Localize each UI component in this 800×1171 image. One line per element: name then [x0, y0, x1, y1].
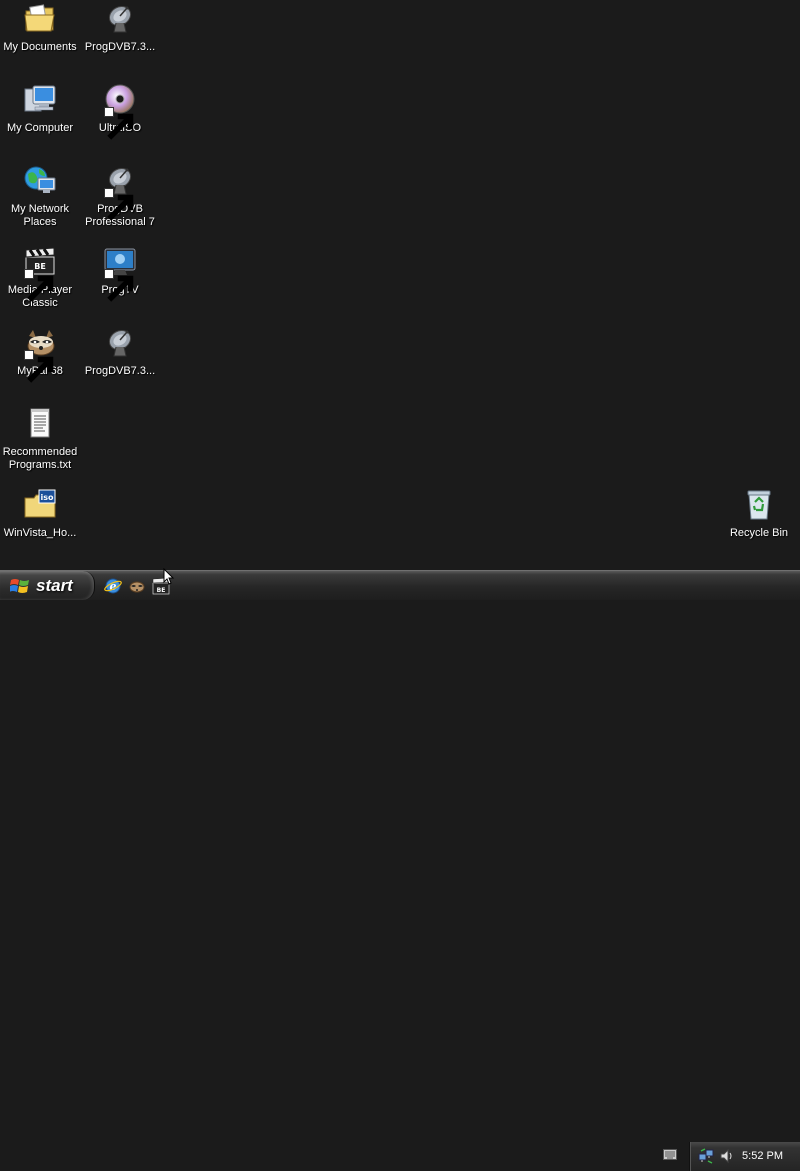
- desktop-icon-label: My Documents: [3, 41, 77, 53]
- mypal-raccoon-icon[interactable]: [128, 577, 146, 595]
- my-documents-folder-icon: [23, 2, 57, 36]
- my-computer-icon: [23, 83, 57, 117]
- desktop-icon-label: ProgDVB7.3...: [84, 365, 156, 377]
- clock[interactable]: 5:52 PM: [742, 1150, 783, 1162]
- mouse-cursor-icon: [163, 568, 175, 585]
- taskbar: start e BE 5:52 PM: [0, 570, 800, 1171]
- desktop-icon-progdvb-2[interactable]: ProgDVB7.3...: [80, 326, 160, 378]
- shortcut-arrow-icon: [104, 188, 134, 221]
- satellite-dish-icon: [103, 2, 137, 36]
- tv-monitor-icon: [103, 245, 137, 302]
- desktop-icon-label: Recommended Programs.txt: [2, 446, 78, 471]
- recycle-bin-icon: [742, 488, 776, 522]
- system-tray: 5:52 PM: [689, 1142, 800, 1171]
- network-icon[interactable]: [698, 1148, 714, 1164]
- desktop-icon-label: ProgDVB7.3...: [84, 41, 156, 53]
- desktop-icon-progdvb-1[interactable]: ProgDVB7.3...: [80, 2, 160, 54]
- desktop-icon-label: Recycle Bin: [729, 527, 789, 539]
- speaker-icon[interactable]: [719, 1148, 735, 1164]
- desktop: My Documents My Computer My Network Plac…: [0, 0, 800, 570]
- desktop-icon-recycle-bin[interactable]: Recycle Bin: [719, 488, 799, 540]
- desktop-icon-my-documents[interactable]: My Documents: [0, 2, 80, 54]
- svg-text:iso: iso: [41, 493, 55, 502]
- iso-folder-icon: iso: [23, 488, 57, 522]
- desktop-icon-media-player-classic[interactable]: BE Media Player Classic: [0, 245, 80, 310]
- desktop-icon-my-network-places[interactable]: My Network Places: [0, 164, 80, 229]
- windows-flag-icon: [10, 578, 29, 593]
- satellite-dish-icon: [103, 326, 137, 360]
- desktop-icon-label: My Computer: [6, 122, 74, 134]
- text-document-icon: [23, 407, 57, 441]
- desktop-icon-progtv[interactable]: ProgTV: [80, 245, 160, 302]
- desktop-icon-progdvb-professional[interactable]: ProgDVB Professional 7: [80, 164, 160, 229]
- desktop-icon-my-computer[interactable]: My Computer: [0, 83, 80, 135]
- shortcut-arrow-icon: [24, 269, 54, 302]
- desktop-icon-winvista-iso[interactable]: iso WinVista_Ho...: [0, 488, 80, 540]
- desktop-icon-recommended-programs[interactable]: Recommended Programs.txt: [0, 407, 80, 472]
- desktop-icon-label: WinVista_Ho...: [3, 527, 77, 539]
- desktop-icon-ultraiso[interactable]: UltraISO: [80, 83, 160, 140]
- shortcut-arrow-icon: [104, 107, 134, 140]
- svg-text:BE: BE: [157, 587, 166, 594]
- start-label: start: [36, 575, 73, 595]
- keyboard-icon[interactable]: [663, 1149, 677, 1160]
- desktop-icon-mypal-68[interactable]: MyPal 68: [0, 326, 80, 383]
- raccoon-icon: [23, 326, 57, 383]
- start-button[interactable]: start: [0, 571, 95, 600]
- shortcut-arrow-icon: [24, 350, 54, 383]
- network-places-icon: [23, 164, 57, 198]
- quick-launch-bar: e BE: [104, 575, 170, 597]
- satellite-dish-icon: [103, 164, 137, 221]
- shortcut-arrow-icon: [104, 269, 134, 302]
- disc-icon: [103, 83, 137, 140]
- ie-icon[interactable]: e: [104, 577, 122, 595]
- clapperboard-icon: BE: [23, 245, 57, 302]
- desktop-icon-label: My Network Places: [10, 203, 70, 228]
